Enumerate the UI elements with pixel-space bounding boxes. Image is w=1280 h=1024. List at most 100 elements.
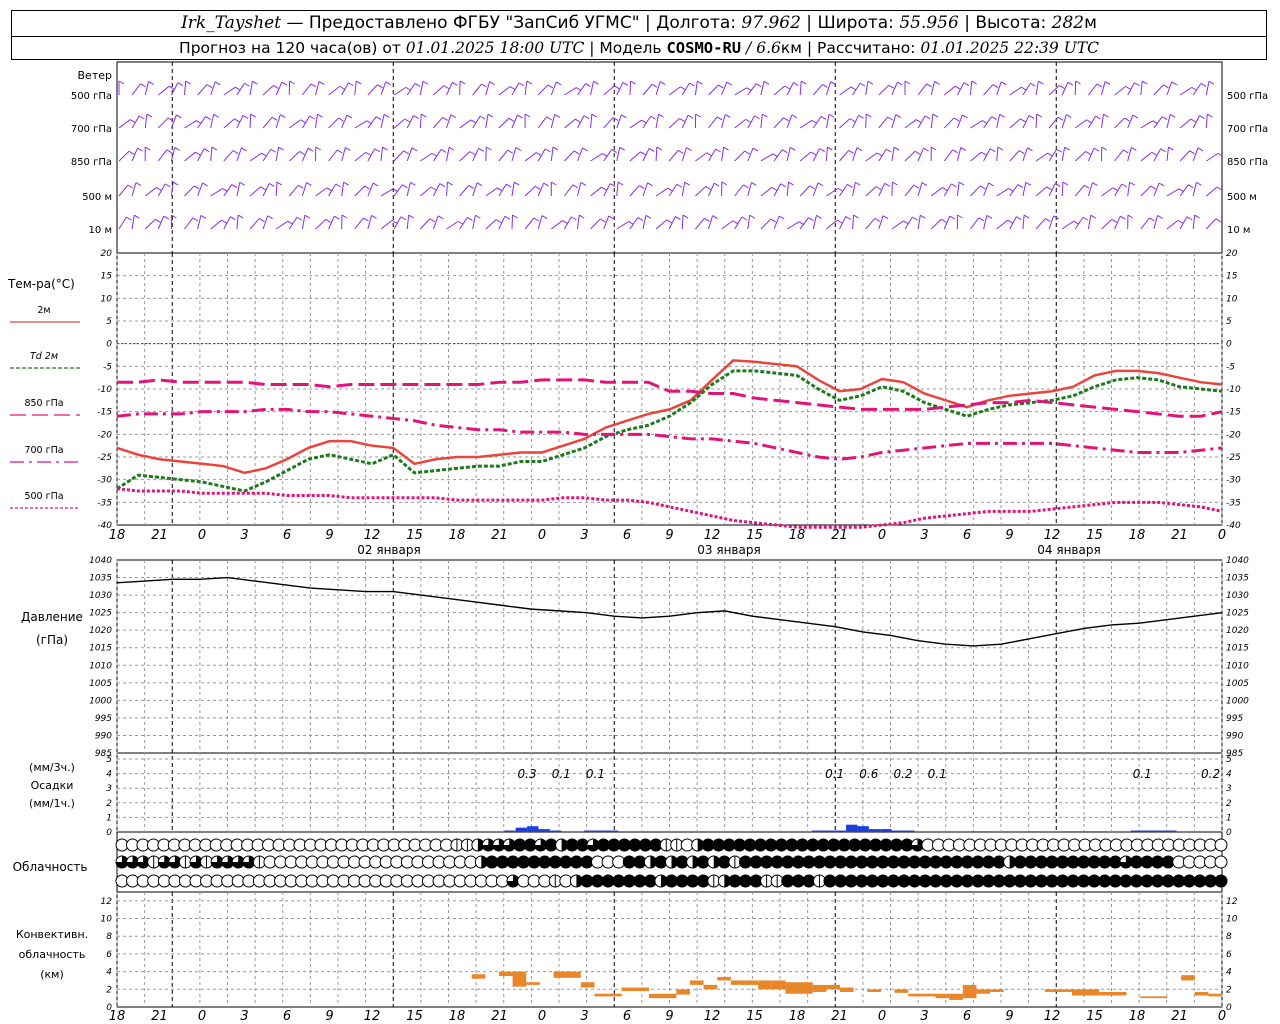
wind-level-label-right: 850 гПа	[1227, 157, 1268, 168]
wind-barb-feather	[506, 183, 512, 188]
x-tick-label-top: 21	[151, 528, 168, 543]
wind-barb	[878, 183, 886, 197]
precip-bar	[1096, 831, 1109, 832]
wind-barb-feather	[1196, 181, 1202, 186]
wind-barb-feather	[770, 218, 777, 223]
conv-cloud-bar	[990, 989, 1004, 992]
wind-barb	[1075, 119, 1087, 129]
wind-barb	[354, 185, 366, 197]
wind-barb	[275, 147, 280, 162]
x-tick-label-bottom: 3	[580, 1009, 588, 1024]
wind-barb-feather	[507, 149, 513, 154]
wind-barb	[236, 215, 239, 230]
wind-barb	[629, 80, 632, 96]
wind-barb	[315, 81, 320, 96]
conv-cloud-bar	[867, 989, 881, 992]
wind-barb	[839, 86, 852, 96]
wind-barb-feather	[749, 214, 756, 219]
wind-barb-feather	[593, 80, 599, 85]
wind-barb	[275, 114, 281, 129]
wind-barb-feather	[518, 82, 525, 87]
wind-barb	[655, 187, 668, 197]
wind-barb	[1048, 215, 1055, 230]
wind-barb-feather	[876, 152, 883, 157]
wind-barb	[118, 119, 131, 129]
precip-y-tick-right: 4	[1226, 770, 1232, 780]
wind-barb	[930, 81, 936, 96]
wind-barb-feather	[1075, 80, 1081, 85]
wind-level-label-left: 700 гПа	[71, 124, 112, 135]
wind-barb	[524, 217, 535, 230]
wind-barb	[367, 182, 374, 197]
precip-value-label: 0.1	[928, 767, 947, 781]
wind-barb-feather	[309, 115, 315, 120]
pressure-unit: (гПа)	[36, 633, 68, 647]
wind-barb	[708, 183, 715, 197]
x-tick-label-bottom: 15	[406, 1009, 423, 1024]
cloud-circle	[1214, 855, 1228, 869]
wind-barb	[197, 148, 205, 162]
x-tick-label-bottom: 9	[325, 1009, 333, 1024]
wind-barb	[812, 215, 817, 230]
wind-barb	[564, 87, 577, 96]
wind-barb-feather	[237, 214, 244, 219]
wind-barb-feather	[684, 181, 690, 186]
wind-barb-feather	[1062, 181, 1069, 186]
wind-barb-feather	[816, 214, 822, 219]
wind-level-label-left: 850 гПа	[71, 157, 112, 168]
wind-barb	[799, 119, 813, 129]
x-tick-label-bottom: 0	[878, 1009, 886, 1024]
wind-barb	[446, 147, 450, 162]
wind-barb-feather	[705, 186, 711, 190]
wind-barb	[655, 81, 661, 96]
wind-barb	[249, 152, 262, 162]
wind-barb	[288, 184, 299, 197]
wind-barb-feather	[741, 216, 748, 221]
wind-barb-feather	[504, 215, 511, 220]
wind-barb	[1166, 188, 1180, 197]
wind-barb	[825, 146, 828, 162]
wind-barb	[157, 117, 169, 129]
wind-barb	[157, 149, 168, 162]
precip-y-tick-left: 0	[106, 828, 112, 838]
cloud-circle	[1214, 874, 1228, 888]
wind-barb-feather	[497, 187, 503, 192]
wind-barb-feather	[808, 217, 814, 222]
wind-barb-feather	[793, 82, 799, 86]
wind-barb-feather	[402, 184, 408, 189]
wind-barb	[367, 215, 373, 230]
wind-barb	[681, 147, 687, 162]
wind-barb-feather	[682, 214, 689, 219]
wind-barb-feather	[571, 216, 577, 221]
temp-y-tick-left: -20	[97, 430, 112, 440]
wind-barb-feather	[930, 146, 937, 151]
wind-barb	[1166, 147, 1169, 162]
cloud-circle	[1214, 838, 1228, 852]
wind-barb-feather	[755, 83, 762, 88]
precip-bar	[1028, 831, 1040, 832]
wind-barb-feather	[515, 147, 522, 151]
wind-barb	[603, 117, 614, 129]
wind-barb	[681, 214, 684, 230]
wind-barb	[590, 81, 594, 96]
wind-barb-feather	[575, 118, 581, 123]
wind-barb	[616, 82, 624, 96]
wind-barb-feather	[680, 86, 686, 91]
wind-barb-feather	[1194, 214, 1200, 219]
wind-barb-feather	[443, 85, 450, 90]
precip-y-tick-left: 5	[106, 755, 112, 765]
x-tick-label-bottom: 21	[491, 1009, 508, 1024]
wind-barb	[695, 186, 706, 197]
wind-barb-feather	[648, 147, 655, 152]
x-tick-label-bottom: 9	[1005, 1009, 1013, 1024]
wind-barb-feather	[234, 118, 240, 123]
wind-barb-feather	[276, 181, 283, 186]
temp-y-tick-right: 10	[1226, 294, 1238, 304]
conv-y-tick-right: 12	[1226, 897, 1238, 907]
wind-barb-feather	[450, 114, 457, 119]
x-tick-label-top: 0	[878, 528, 886, 543]
wind-barb-feather	[884, 182, 890, 187]
wind-barb	[184, 217, 194, 230]
wind-barb-feather	[645, 214, 652, 219]
precip-bar	[857, 826, 869, 832]
